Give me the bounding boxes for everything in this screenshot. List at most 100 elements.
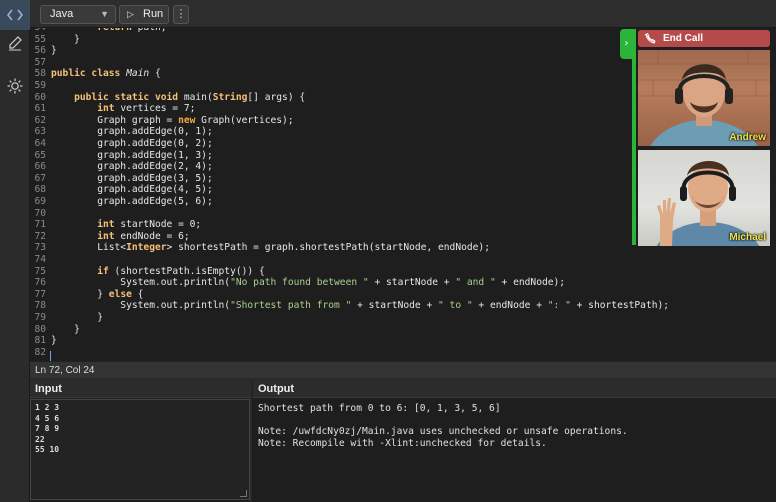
line-number: 56 bbox=[34, 45, 46, 57]
input-line: 55 10 bbox=[35, 445, 60, 454]
input-line: 4 5 6 bbox=[35, 413, 60, 423]
line-number: 61 bbox=[34, 103, 46, 115]
language-select[interactable]: Java ▼ bbox=[40, 5, 116, 24]
code-line[interactable]: 56} bbox=[30, 45, 56, 57]
code-line[interactable]: 61 int vertices = 7; bbox=[30, 103, 195, 115]
whiteboard-button[interactable] bbox=[0, 28, 30, 58]
code-line[interactable]: 57 bbox=[30, 57, 46, 69]
line-number: 81 bbox=[34, 335, 46, 347]
code-line[interactable]: 58 public class Main { bbox=[30, 68, 160, 80]
editor-status-bar: Ln 72, Col 24 bbox=[30, 361, 776, 378]
line-number: 75 bbox=[34, 265, 46, 277]
toolbar: Java ▼ ▷ Run ⋮ bbox=[30, 0, 776, 28]
end-call-label: End Call bbox=[663, 33, 704, 44]
code-line[interactable]: 59 bbox=[30, 80, 46, 92]
participant-video-andrew: Andrew bbox=[638, 50, 770, 146]
code-line[interactable]: 73 List<Integer> shortestPath = graph.sh… bbox=[30, 242, 490, 254]
code-text: public class Main { bbox=[51, 68, 161, 80]
code-line[interactable]: 80 } bbox=[30, 323, 79, 336]
code-text: graph.addEdge(3, 5); bbox=[51, 172, 213, 184]
chevron-down-icon: ▼ bbox=[100, 9, 109, 19]
call-panel-accent bbox=[632, 29, 636, 245]
participant-name-andrew: Andrew bbox=[729, 132, 766, 143]
chevron-right-icon: › bbox=[624, 38, 629, 49]
code-line[interactable]: 66 graph.addEdge(2, 4); bbox=[30, 161, 212, 173]
line-number: 58 bbox=[34, 68, 46, 80]
output-pane: Output Shortest path from 0 to 6: [0, 1,… bbox=[253, 381, 776, 502]
run-button[interactable]: ▷ Run bbox=[119, 5, 169, 24]
code-text: graph.addEdge(0, 1); bbox=[51, 126, 213, 138]
code-text: graph.addEdge(0, 2); bbox=[51, 138, 213, 149]
line-number: 60 bbox=[34, 91, 46, 103]
input-line: 7 8 9 bbox=[35, 424, 60, 433]
line-number: 71 bbox=[34, 219, 46, 231]
line-number: 77 bbox=[34, 288, 46, 300]
output-line: Shortest path from 0 to 6: [0, 1, 3, 5, … bbox=[258, 403, 501, 414]
line-number: 65 bbox=[34, 149, 46, 161]
end-call-button[interactable]: End Call bbox=[638, 30, 770, 47]
code-text: System.out.println("Shortest path from "… bbox=[51, 300, 670, 312]
code-line[interactable]: 63 graph.addEdge(0, 1); bbox=[30, 126, 212, 138]
code-line[interactable]: 71 int startNode = 0; bbox=[30, 219, 201, 231]
input-pane: Input 1 2 34 5 67 8 9 22 55 10 bbox=[30, 381, 252, 502]
code-icon bbox=[7, 9, 23, 21]
theme-toggle-button[interactable] bbox=[0, 71, 30, 101]
participant-video-michael: Michael bbox=[638, 150, 770, 246]
code-line[interactable]: 70 bbox=[30, 208, 46, 220]
input-line: 1 2 3 bbox=[35, 403, 60, 412]
code-line[interactable]: 81} bbox=[30, 335, 56, 347]
line-number: 57 bbox=[34, 56, 46, 68]
code-text: int endNode = 6; bbox=[97, 230, 190, 242]
more-options-button[interactable]: ⋮ bbox=[173, 5, 189, 24]
language-select-value: Java bbox=[50, 8, 74, 20]
code-view-button[interactable] bbox=[0, 0, 30, 30]
left-rail bbox=[0, 0, 30, 502]
line-number: 59 bbox=[34, 80, 46, 91]
line-number: 64 bbox=[34, 138, 46, 149]
code-text: int startNode = 0; bbox=[97, 219, 202, 231]
code-line[interactable]: 79 } bbox=[30, 312, 103, 324]
code-line[interactable]: 75 if (shortestPath.isEmpty()) { bbox=[30, 265, 264, 278]
output-line: Note: /uwfdcNy0zj/Main.java uses uncheck… bbox=[258, 426, 628, 438]
code-text: } bbox=[51, 45, 57, 57]
code-line[interactable]: 60 public static void main(String[] args… bbox=[30, 91, 305, 104]
phone-off-icon bbox=[644, 33, 656, 44]
code-text: } bbox=[51, 323, 80, 335]
line-number: 80 bbox=[34, 323, 46, 335]
code-line[interactable]: 64 graph.addEdge(0, 2); bbox=[30, 138, 212, 150]
participant-name-michael: Michael bbox=[729, 232, 766, 243]
code-text: List<Integer> shortestPath = graph.short… bbox=[51, 242, 490, 254]
code-line[interactable]: 68 graph.addEdge(4, 5); bbox=[30, 184, 212, 196]
resize-grip-icon[interactable] bbox=[240, 490, 247, 497]
line-number: 72 bbox=[34, 230, 46, 242]
code-line[interactable]: 74 bbox=[30, 254, 46, 266]
code-line[interactable]: 72 int endNode = 6; bbox=[30, 230, 189, 243]
code-line[interactable]: 62 Graph graph = new Graph(vertices); bbox=[30, 115, 293, 127]
line-number: 76 bbox=[34, 277, 46, 289]
code-line[interactable]: 69 graph.addEdge(5, 6); bbox=[30, 196, 212, 208]
code-line[interactable]: 76 System.out.println("No path found bet… bbox=[30, 277, 565, 289]
play-icon: ▷ bbox=[127, 9, 134, 19]
code-line[interactable]: 65 graph.addEdge(1, 3); bbox=[30, 149, 212, 162]
code-text: } bbox=[51, 312, 103, 323]
code-text: graph.addEdge(4, 5); bbox=[51, 184, 213, 196]
line-number: 82 bbox=[34, 346, 46, 358]
code-line[interactable]: 67 graph.addEdge(3, 5); bbox=[30, 173, 212, 185]
code-line[interactable]: 82 bbox=[30, 347, 46, 359]
code-text: graph.addEdge(5, 6); bbox=[51, 196, 213, 207]
code-line[interactable]: 78 System.out.println("Shortest path fro… bbox=[30, 300, 669, 312]
line-number: 69 bbox=[34, 196, 46, 207]
pencil-icon bbox=[9, 36, 22, 51]
line-number: 55 bbox=[34, 33, 46, 45]
code-line[interactable]: 55 } bbox=[30, 33, 79, 46]
code-text: int vertices = 7; bbox=[97, 103, 196, 115]
code-text: } else { bbox=[51, 288, 144, 300]
code-text: public static void main(String[] args) { bbox=[74, 91, 306, 103]
line-number: 74 bbox=[34, 254, 46, 265]
run-button-label: Run bbox=[143, 8, 164, 20]
stdin-textarea[interactable]: 1 2 34 5 67 8 9 22 55 10 bbox=[30, 399, 250, 500]
output-line: Note: Recompile with -Xlint:unchecked fo… bbox=[258, 437, 547, 449]
code-text: if (shortestPath.isEmpty()) { bbox=[97, 265, 265, 277]
collapse-call-button[interactable]: › bbox=[620, 29, 633, 59]
code-line[interactable]: 77 } else { bbox=[30, 288, 143, 301]
